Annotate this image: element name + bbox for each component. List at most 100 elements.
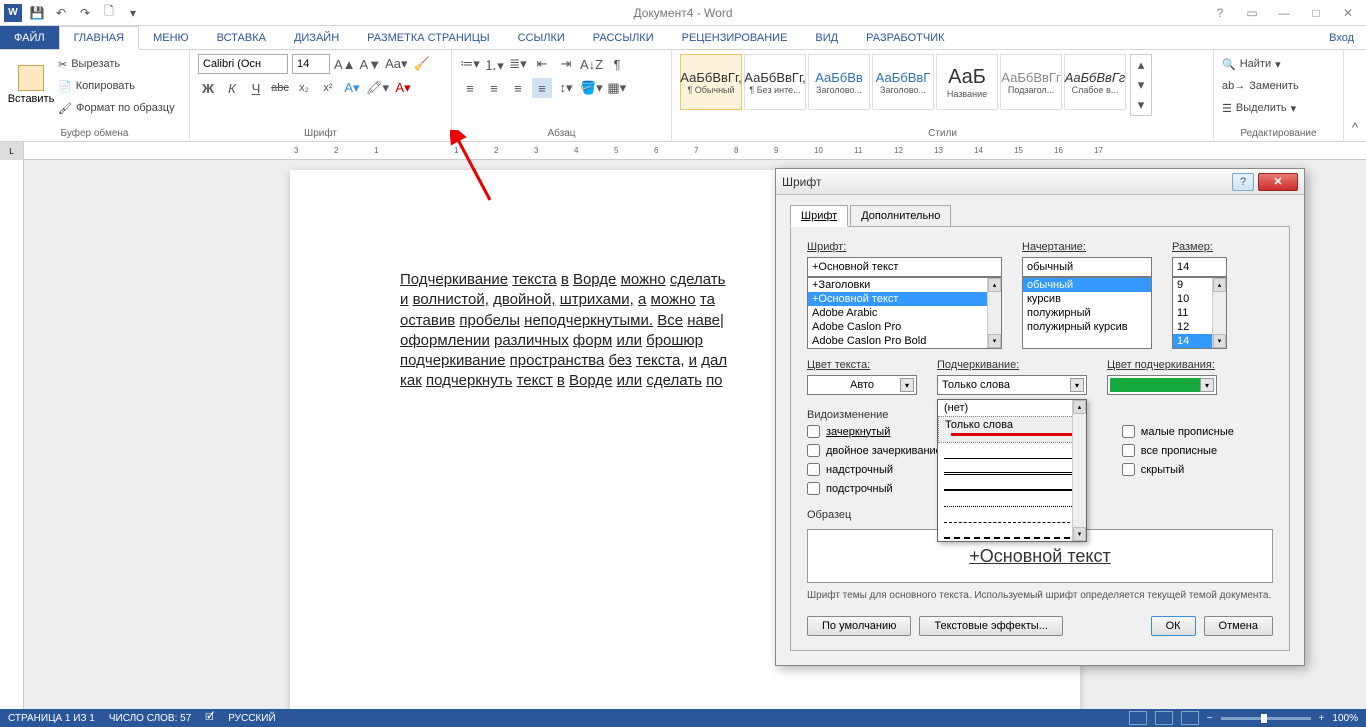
underline-dropdown-scrollbar[interactable]: ▴▾ — [1072, 400, 1086, 541]
tab-view[interactable]: ВИД — [801, 26, 852, 49]
tab-developer[interactable]: РАЗРАБОТЧИК — [852, 26, 958, 49]
cancel-button[interactable]: Отмена — [1204, 616, 1273, 636]
tab-file[interactable]: ФАЙЛ — [0, 26, 59, 49]
tab-insert[interactable]: ВСТАВКА — [203, 26, 280, 49]
style-subtle[interactable]: АаБбВвГгСлабое в... — [1064, 54, 1126, 110]
view-read-button[interactable] — [1129, 711, 1147, 725]
format-painter-button[interactable]: 🖌 Формат по образцу — [58, 98, 175, 118]
close-button[interactable]: ✕ — [1338, 4, 1358, 22]
align-center-button[interactable]: ≡ — [484, 78, 504, 98]
size-listbox[interactable]: 9 10 11 12 14 ▴▾ — [1172, 277, 1227, 349]
align-right-button[interactable]: ≡ — [508, 78, 528, 98]
underline-option-none[interactable]: (нет) — [938, 400, 1086, 416]
subscript-button[interactable]: x₂ — [294, 78, 314, 98]
vertical-ruler[interactable] — [0, 160, 24, 709]
text-effects-button[interactable]: A▾ — [342, 78, 362, 98]
help-button[interactable]: ? — [1210, 4, 1230, 22]
font-name-combo[interactable]: Calibri (Осн — [198, 54, 288, 74]
shrink-font-button[interactable]: A▼ — [360, 54, 382, 74]
style-normal[interactable]: АаБбВвГг,¶ Обычный — [680, 54, 742, 110]
underline-combo[interactable]: Только слова▾ — [937, 375, 1087, 395]
styles-scroll-down[interactable]: ▾ — [1131, 75, 1151, 95]
multilevel-list-button[interactable]: ≣▾ — [508, 54, 528, 74]
strikethrough-button[interactable]: abc — [270, 78, 290, 98]
text-color-combo[interactable]: Авто▾ — [807, 375, 917, 395]
status-page[interactable]: СТРАНИЦА 1 ИЗ 1 — [8, 713, 95, 724]
underline-option-dashed[interactable] — [944, 509, 1080, 523]
maximize-button[interactable]: □ — [1306, 4, 1326, 22]
styles-more[interactable]: ▾ — [1131, 95, 1151, 115]
underline-option-single[interactable] — [944, 445, 1080, 459]
zoom-level[interactable]: 100% — [1332, 713, 1358, 724]
cut-button[interactable]: ✂ Вырезать — [58, 54, 175, 74]
find-button[interactable]: 🔍 Найти ▾ — [1222, 54, 1299, 74]
new-doc-button[interactable]: 🗋 — [100, 4, 118, 22]
style-heading1[interactable]: АаБбВвЗаголово... — [808, 54, 870, 110]
save-button[interactable]: 💾 — [28, 4, 46, 22]
zoom-in-button[interactable]: + — [1319, 713, 1325, 724]
check-double-strike[interactable]: двойное зачеркивание — [807, 444, 942, 457]
tab-layout[interactable]: РАЗМЕТКА СТРАНИЦЫ — [353, 26, 503, 49]
collapse-ribbon-button[interactable]: ^ — [1345, 117, 1365, 137]
size-combo[interactable]: 14 — [1172, 257, 1227, 277]
select-button[interactable]: ☰ Выделить ▾ — [1222, 98, 1299, 118]
style-listbox[interactable]: обычный курсив полужирный полужирный кур… — [1022, 277, 1152, 349]
check-strike[interactable]: зачеркнутый — [807, 425, 942, 438]
style-nospacing[interactable]: АаБбВвГг,¶ Без инте... — [744, 54, 806, 110]
show-marks-button[interactable]: ¶ — [607, 54, 627, 74]
underline-option-dotted[interactable] — [944, 493, 1080, 507]
copy-button[interactable]: 📄 Копировать — [58, 76, 175, 96]
tab-references[interactable]: ССЫЛКИ — [504, 26, 579, 49]
check-subscript[interactable]: подстрочный — [807, 482, 942, 495]
replace-button[interactable]: ab→ Заменить — [1222, 76, 1299, 96]
qat-dropdown[interactable]: ▾ — [124, 4, 142, 22]
underline-button[interactable]: Ч — [246, 78, 266, 98]
superscript-button[interactable]: x² — [318, 78, 338, 98]
ok-button[interactable]: ОК — [1151, 616, 1196, 636]
view-print-button[interactable] — [1155, 711, 1173, 725]
change-case-button[interactable]: Aa▾ — [385, 54, 407, 74]
font-list-scrollbar[interactable]: ▴▾ — [987, 278, 1001, 348]
bold-button[interactable]: Ж — [198, 78, 218, 98]
tab-review[interactable]: РЕЦЕНЗИРОВАНИЕ — [668, 26, 802, 49]
line-spacing-button[interactable]: ↕▾ — [556, 78, 576, 98]
styles-gallery[interactable]: АаБбВвГг,¶ Обычный АаБбВвГг,¶ Без инте..… — [680, 54, 1126, 110]
borders-button[interactable]: ▦▾ — [607, 78, 627, 98]
dialog-titlebar[interactable]: Шрифт ? ✕ — [776, 169, 1304, 195]
login-link[interactable]: Вход — [1317, 26, 1366, 49]
redo-button[interactable]: ↷ — [76, 4, 94, 22]
italic-button[interactable]: К — [222, 78, 242, 98]
size-list-scrollbar[interactable]: ▴▾ — [1212, 278, 1226, 348]
view-web-button[interactable] — [1181, 711, 1199, 725]
style-heading2[interactable]: АаБбВвГЗаголово... — [872, 54, 934, 110]
highlight-button[interactable]: 🖍▾ — [366, 78, 389, 98]
zoom-out-button[interactable]: − — [1207, 713, 1213, 724]
tab-home[interactable]: ГЛАВНАЯ — [59, 26, 139, 50]
paste-button[interactable]: Вставить — [8, 54, 54, 116]
tab-mailings[interactable]: РАССЫЛКИ — [579, 26, 668, 49]
style-title[interactable]: АаБНазвание — [936, 54, 998, 110]
justify-button[interactable]: ≡ — [532, 78, 552, 98]
check-hidden[interactable]: скрытый — [1122, 463, 1234, 476]
status-language[interactable]: РУССКИЙ — [228, 713, 275, 724]
ribbon-display-button[interactable]: ▭ — [1242, 4, 1262, 22]
zoom-slider[interactable] — [1221, 717, 1311, 720]
grow-font-button[interactable]: A▲ — [334, 54, 356, 74]
tab-menu[interactable]: Меню — [139, 26, 203, 49]
check-superscript[interactable]: надстрочный — [807, 463, 942, 476]
underline-dropdown-list[interactable]: (нет) Только слова ▴▾ — [937, 399, 1087, 542]
dialog-help-button[interactable]: ? — [1232, 173, 1254, 191]
undo-button[interactable]: ↶ — [52, 4, 70, 22]
sort-button[interactable]: A↓Z — [580, 54, 603, 74]
underline-option-words[interactable]: Только слова — [938, 416, 1086, 443]
font-color-button[interactable]: A▾ — [393, 78, 413, 98]
status-proofing-icon[interactable]: 🗹 — [205, 710, 214, 727]
text-effects-button[interactable]: Текстовые эффекты... — [919, 616, 1063, 636]
underline-option-dashed-thick[interactable] — [944, 525, 1080, 539]
tab-design[interactable]: ДИЗАЙН — [280, 26, 353, 49]
style-combo[interactable]: обычный — [1022, 257, 1152, 277]
font-listbox[interactable]: +Заголовки +Основной текст Adobe Arabic … — [807, 277, 1002, 349]
font-size-combo[interactable]: 14 — [292, 54, 330, 74]
underline-option-double[interactable] — [944, 461, 1080, 475]
font-combo[interactable]: +Основной текст — [807, 257, 1002, 277]
